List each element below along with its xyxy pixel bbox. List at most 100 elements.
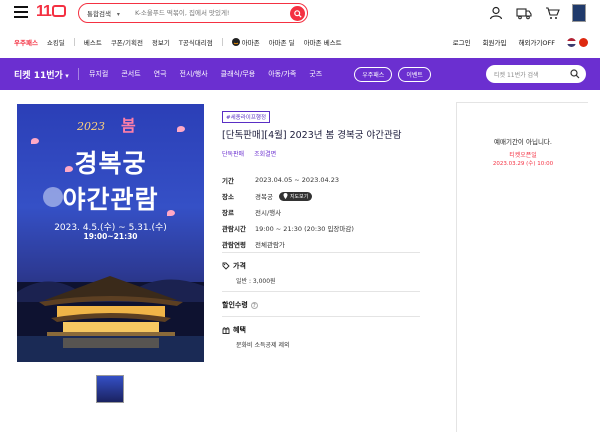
petal-decoration (31, 138, 39, 144)
account-links: 로그인 회원가입 해외가기OFF (453, 33, 588, 51)
nav-item-amazon-best[interactable]: 아마존 베스트 (304, 37, 342, 47)
detail-row-genre: 장르 전시/행사 (222, 204, 422, 220)
login-link[interactable]: 로그인 (453, 37, 471, 47)
search-box: 통합검색 (78, 3, 308, 23)
amazon-icon (231, 38, 240, 46)
poster-time: 19:00~21:30 (83, 232, 138, 241)
product-title: [단독판매][4월] 2023년 봄 경복궁 야간관람 (222, 130, 402, 141)
benefit-heading: 혜택 (222, 325, 246, 335)
user-icon[interactable] (488, 5, 504, 21)
poster-year: 2023 (77, 120, 105, 133)
ticket-category-menu: 뮤지컬 콘서트 연극 전시/행사 클래식/무용 아동/가족 굿즈 (89, 69, 322, 79)
category-musical[interactable]: 뮤지컬 (89, 69, 108, 79)
truck-icon[interactable] (516, 5, 532, 21)
section-divider (222, 291, 420, 292)
search-button[interactable] (290, 6, 305, 21)
petal-decoration (65, 166, 73, 172)
price-heading-label: 가격 (233, 262, 246, 270)
product-details: 기간 2023.04.05 ~ 2023.04.23 장소 경복궁 지도보기 장르 전… (222, 172, 422, 252)
nav-item-coupon[interactable]: 쿠폰/기획전 (111, 37, 143, 47)
ticket-home-link[interactable]: 티켓 11번가 (14, 68, 78, 81)
menu-icon[interactable] (14, 6, 28, 18)
product-tags: 단독판매 조회결면 (222, 149, 422, 158)
map-button-label: 지도보기 (289, 193, 309, 200)
detail-value: 2023.04.05 ~ 2023.04.23 (255, 176, 340, 184)
search-input[interactable] (135, 9, 275, 17)
nav-item-shocking[interactable]: 쇼킹딜 (47, 37, 65, 47)
petal-decoration (177, 126, 185, 132)
event-pill-button[interactable]: 이벤트 (398, 66, 431, 82)
detail-key: 관람연령 (222, 241, 246, 249)
pass-pill-button[interactable]: 우주패스 (354, 66, 393, 82)
product-badge: #세종라이프행정 (222, 111, 271, 123)
detail-key: 장소 (222, 193, 234, 201)
ticket-open-label: 티켓오픈일 (509, 152, 537, 159)
ticket-category-bar: 티켓 11번가 뮤지컬 콘서트 연극 전시/행사 클래식/무용 아동/가족 굿즈… (0, 58, 600, 90)
category-family[interactable]: 아동/가족 (268, 69, 296, 79)
discount-heading-label: 할인수령 (222, 301, 248, 309)
nav-item-amazon[interactable]: 아마존 (231, 37, 260, 47)
poster-thumbnail[interactable] (96, 375, 124, 403)
price-value: 일반 : 3,000원 (236, 278, 276, 285)
app-thumbnail[interactable] (572, 4, 586, 22)
brand-link[interactable]: 우주패스 (14, 37, 38, 47)
divider (78, 68, 79, 80)
detail-row-age: 관람연령 전체관람가 (222, 236, 422, 252)
category-concert[interactable]: 콘서트 (121, 69, 140, 79)
event-poster-image: 2023 봄 경복궁 야간관람 2023. 4.5.(수) ~ 5.31.(수)… (17, 104, 204, 362)
detail-row-place: 장소 경복궁 지도보기 (222, 188, 422, 204)
poster-spring: 봄 (121, 116, 136, 135)
site-logo[interactable]: 11 (36, 3, 66, 21)
detail-value: 전체관람가 (255, 241, 285, 249)
divider (73, 38, 75, 46)
palace-illustration (17, 276, 204, 362)
price-tag-icon (222, 262, 230, 270)
cn-flag-icon[interactable] (579, 37, 588, 47)
category-goods[interactable]: 굿즈 (309, 69, 322, 79)
poster-title-line1: 경복궁 (74, 149, 147, 178)
detail-key: 장르 (222, 209, 234, 217)
help-icon[interactable]: ? (250, 301, 258, 309)
amazon-label: 아마존 (241, 39, 260, 47)
top-bar: 11 통합검색 (0, 0, 600, 28)
category-play[interactable]: 연극 (154, 69, 167, 79)
benefit-value: 문화비 소득공제 제외 (236, 342, 290, 349)
ticket-open-date: 2023.03.29 (수) 10:00 (492, 161, 554, 167)
overseas-toggle[interactable]: 해외가기OFF (518, 37, 555, 47)
tag-lookup[interactable]: 조회결면 (254, 149, 276, 158)
map-button[interactable]: 지도보기 (278, 191, 313, 201)
detail-value: 19:00 ~ 21:30 (20:30 입장마감) (255, 225, 354, 233)
top-icons (488, 4, 586, 22)
booking-sidebar: 예매기간이 아닙니다. 티켓오픈일 2023.03.29 (수) 10:00 (456, 102, 588, 432)
gift-icon (222, 327, 230, 334)
tag-exclusive[interactable]: 단독판매 (222, 149, 244, 158)
detail-key: 기간 (222, 177, 234, 185)
search-category-select[interactable]: 통합검색 (79, 8, 135, 18)
us-flag-icon[interactable] (567, 37, 576, 47)
cart-icon[interactable] (544, 5, 560, 21)
detail-row-period: 기간 2023.04.05 ~ 2023.04.23 (222, 172, 422, 188)
nav-item-best[interactable]: 베스트 (84, 37, 102, 47)
signup-link[interactable]: 회원가입 (483, 37, 507, 47)
map-pin-icon (283, 193, 288, 199)
sub-navigation: 우주패스 쇼킹딜 베스트 쿠폰/기획전 정보기 T공식대리점 아마존 아마존 딜… (0, 33, 600, 51)
section-divider (222, 316, 420, 317)
detail-row-time: 관람시간 19:00 ~ 21:30 (20:30 입장마감) (222, 220, 422, 236)
nav-item-amazon-deal[interactable]: 아마존 딜 (269, 37, 295, 47)
ticket-search-input[interactable]: 티켓 11번가 검색 (486, 65, 586, 83)
logo-text: 11 (36, 3, 52, 20)
product-info: #세종라이프행정 [단독판매][4월] 2023년 봄 경복궁 야간관람 단독판… (222, 104, 422, 158)
petal-decoration (167, 210, 175, 216)
booking-status-message: 예매기간이 아닙니다. (494, 138, 552, 146)
language-flags[interactable] (567, 37, 588, 47)
section-divider (222, 252, 420, 253)
detail-key: 관람시간 (222, 225, 246, 233)
search-icon (293, 9, 302, 18)
category-exhibition[interactable]: 전시/행사 (180, 69, 208, 79)
nav-item-t-store[interactable]: T공식대리점 (179, 37, 213, 47)
detail-value: 경복궁 (255, 193, 273, 201)
search-icon[interactable] (570, 69, 580, 79)
category-classic[interactable]: 클래식/무용 (221, 69, 256, 79)
divider (221, 38, 223, 46)
nav-item-info[interactable]: 정보기 (152, 37, 170, 47)
